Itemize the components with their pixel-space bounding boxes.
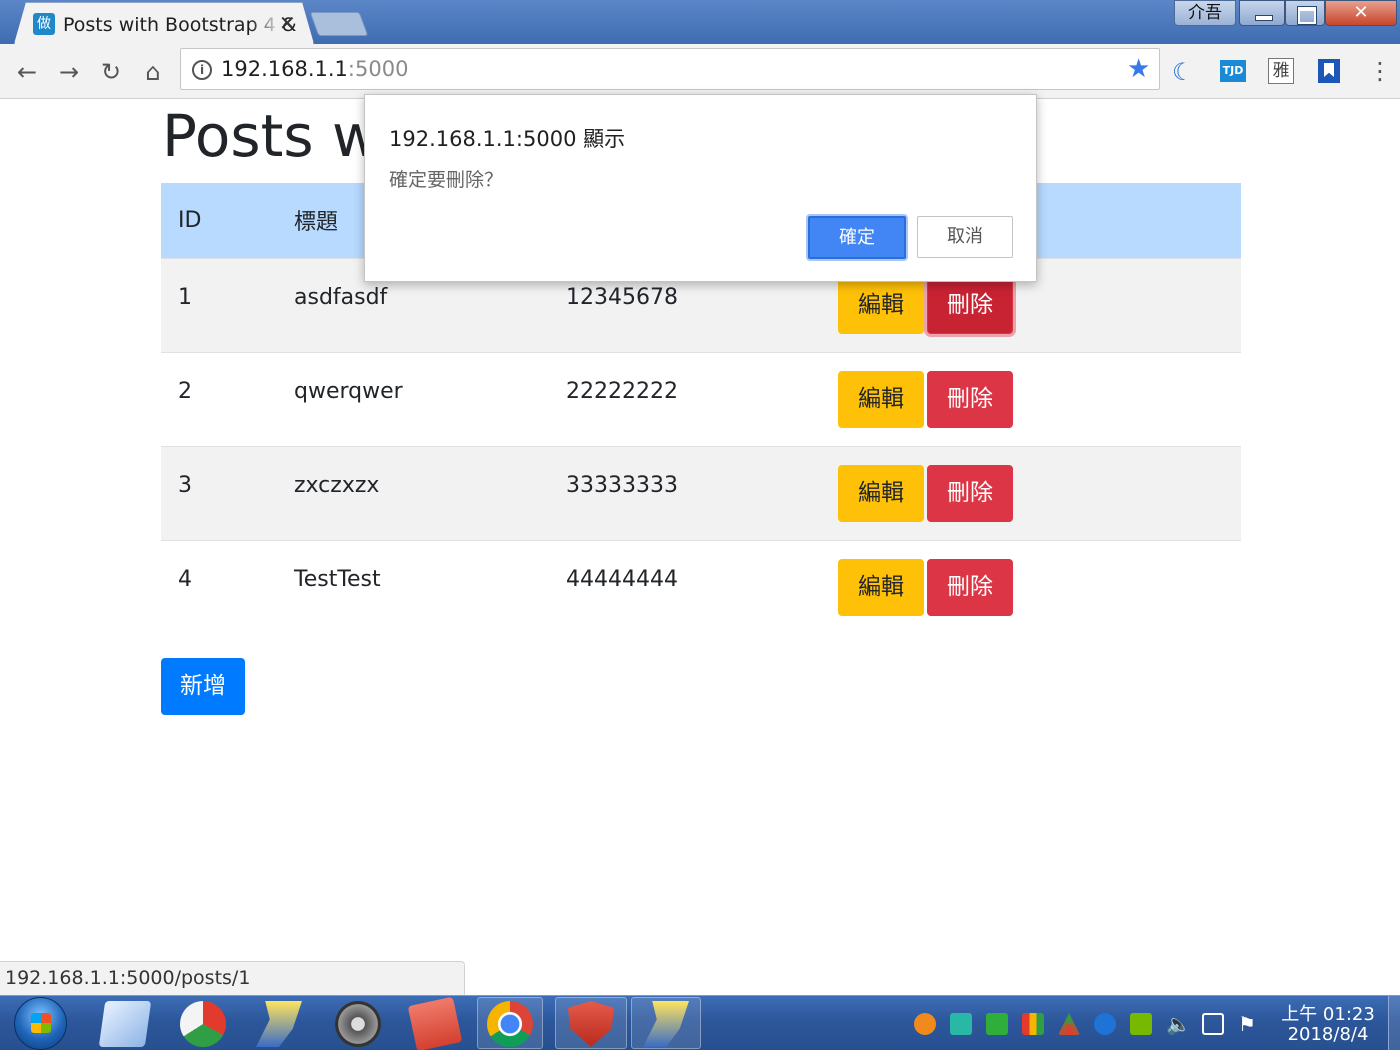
extension-tjd-icon[interactable]: TJD	[1220, 60, 1246, 82]
minimize-button[interactable]	[1239, 0, 1285, 26]
cell-title-text: qwerqwer	[294, 378, 403, 404]
cell-content-text: 22222222	[566, 378, 678, 404]
delete-button[interactable]: 刪除	[927, 558, 1013, 616]
profile-button[interactable]: 介吾	[1174, 0, 1236, 26]
status-url-bubble: 192.168.1.1:5000/posts/1	[0, 961, 465, 995]
cell-content: 33333333	[549, 445, 821, 540]
forward-arrow-icon[interactable]: →	[55, 58, 83, 86]
url-port: :5000	[347, 57, 409, 81]
tray-bars-icon[interactable]	[1022, 1013, 1044, 1035]
cell-content: 22222222	[549, 351, 821, 446]
close-window-button[interactable]: ✕	[1325, 0, 1397, 26]
cell-id: 4	[161, 539, 277, 634]
cell-actions: 編輯 刪除	[821, 445, 1241, 540]
clock-time[interactable]: 上午 01:23	[1270, 1000, 1386, 1026]
reload-icon[interactable]: ↻	[97, 58, 125, 86]
cell-content: 44444444	[549, 539, 821, 634]
settings-gear-icon[interactable]	[335, 1001, 381, 1047]
tray-eye-icon[interactable]	[950, 1013, 972, 1035]
browser-menu-icon[interactable]: ⋮	[1368, 56, 1392, 86]
tab-title-fade	[251, 9, 281, 39]
cell-title-text: TestTest	[294, 566, 381, 592]
tab-favicon-icon: 做	[33, 13, 55, 35]
extension-ya-icon[interactable]: 雅	[1268, 58, 1294, 84]
tab-close-icon[interactable]: ✕	[279, 11, 296, 35]
cell-id-text: 4	[178, 566, 192, 592]
extension-moon-icon[interactable]: ☾	[1172, 58, 1194, 86]
notepad-app-icon[interactable]	[98, 1001, 152, 1047]
cell-id-text: 3	[178, 472, 192, 498]
table-row: 3 zxczxzx 33333333 編輯 刪除	[161, 445, 1241, 540]
delete-button[interactable]: 刪除	[927, 370, 1013, 428]
start-button[interactable]	[14, 997, 67, 1050]
cell-id: 2	[161, 351, 277, 446]
bookmark-star-icon[interactable]: ★	[1127, 54, 1150, 84]
cell-id-text: 2	[178, 378, 192, 404]
extension-bookmark-icon[interactable]	[1318, 59, 1340, 83]
column-header-id: ID	[161, 183, 277, 258]
tray-check-icon[interactable]	[986, 1013, 1008, 1035]
address-bar[interactable]: i 192.168.1.1:5000 ★	[180, 48, 1160, 90]
edit-button[interactable]: 編輯	[838, 464, 924, 522]
clock-date[interactable]: 2018/8/4	[1270, 1024, 1386, 1045]
tray-nvidia-icon[interactable]	[1130, 1013, 1152, 1035]
cell-content-text: 33333333	[566, 472, 678, 498]
edit-button[interactable]: 編輯	[838, 558, 924, 616]
tray-triangle-icon[interactable]	[1058, 1013, 1080, 1035]
tray-avast-icon[interactable]	[914, 1013, 936, 1035]
chrome-app-icon[interactable]	[487, 1001, 533, 1047]
url-text[interactable]: 192.168.1.1:5000	[221, 57, 408, 81]
cell-id-text: 1	[178, 284, 192, 310]
new-tab-button[interactable]	[309, 12, 369, 36]
cell-title: TestTest	[277, 539, 549, 634]
cell-content-text: 12345678	[566, 284, 678, 310]
url-host: 192.168.1.1	[221, 57, 348, 81]
notes-plus-app-icon[interactable]	[407, 996, 463, 1050]
new-post-button[interactable]: 新增	[161, 658, 245, 715]
mail-app-icon[interactable]	[180, 1001, 226, 1047]
edit-button[interactable]: 編輯	[838, 276, 924, 334]
dialog-message: 確定要刪除？	[389, 169, 504, 191]
cell-title: zxczxzx	[277, 445, 549, 540]
tray-teamviewer-icon[interactable]	[1094, 1013, 1116, 1035]
window-titlebar: 做 Posts with Bootstrap 4 & ✕ 介吾 ✕	[0, 0, 1400, 44]
cell-id: 1	[161, 257, 277, 352]
network-app-icon[interactable]	[256, 1001, 302, 1047]
tab-posts[interactable]: 做 Posts with Bootstrap 4 & ✕	[14, 2, 314, 44]
dialog-origin: 192.168.1.1:5000 顯示	[389, 127, 626, 151]
browser-toolbar: ← → ↻ ⌂ i 192.168.1.1:5000 ★ ☾ TJD 雅 ⋮	[0, 44, 1400, 99]
cell-title: qwerqwer	[277, 351, 549, 446]
table-row: 4 TestTest 44444444 編輯 刪除	[161, 539, 1241, 634]
table-row: 2 qwerqwer 22222222 編輯 刪除	[161, 351, 1241, 446]
dialog-ok-button[interactable]: 確定	[808, 216, 906, 259]
site-info-icon[interactable]: i	[192, 60, 212, 80]
delete-button[interactable]: 刪除	[927, 464, 1013, 522]
cell-title-text: asdfasdf	[294, 284, 388, 310]
tray-flag-icon[interactable]: ⚑	[1238, 1013, 1260, 1035]
edit-button[interactable]: 編輯	[838, 370, 924, 428]
tray-network-icon[interactable]	[1202, 1013, 1224, 1035]
show-desktop-button[interactable]	[1388, 996, 1400, 1050]
cell-title-text: zxczxzx	[294, 472, 380, 498]
cell-actions: 編輯 刪除	[821, 539, 1241, 634]
restore-button[interactable]	[1285, 0, 1325, 26]
tray-volume-icon[interactable]: 🔈	[1166, 1013, 1191, 1035]
cell-id: 3	[161, 445, 277, 540]
confirm-dialog: 192.168.1.1:5000 顯示 確定要刪除？ 確定 取消	[364, 94, 1037, 282]
cell-content-text: 44444444	[566, 566, 678, 592]
delete-button[interactable]: 刪除	[927, 276, 1013, 334]
home-icon[interactable]: ⌂	[139, 58, 167, 86]
taskbar: 🔈 ⚑ 上午 01:23 2018/8/4	[0, 995, 1400, 1050]
cell-actions: 編輯 刪除	[821, 351, 1241, 446]
dialog-cancel-button[interactable]: 取消	[917, 216, 1013, 258]
back-arrow-icon[interactable]: ←	[13, 58, 41, 86]
